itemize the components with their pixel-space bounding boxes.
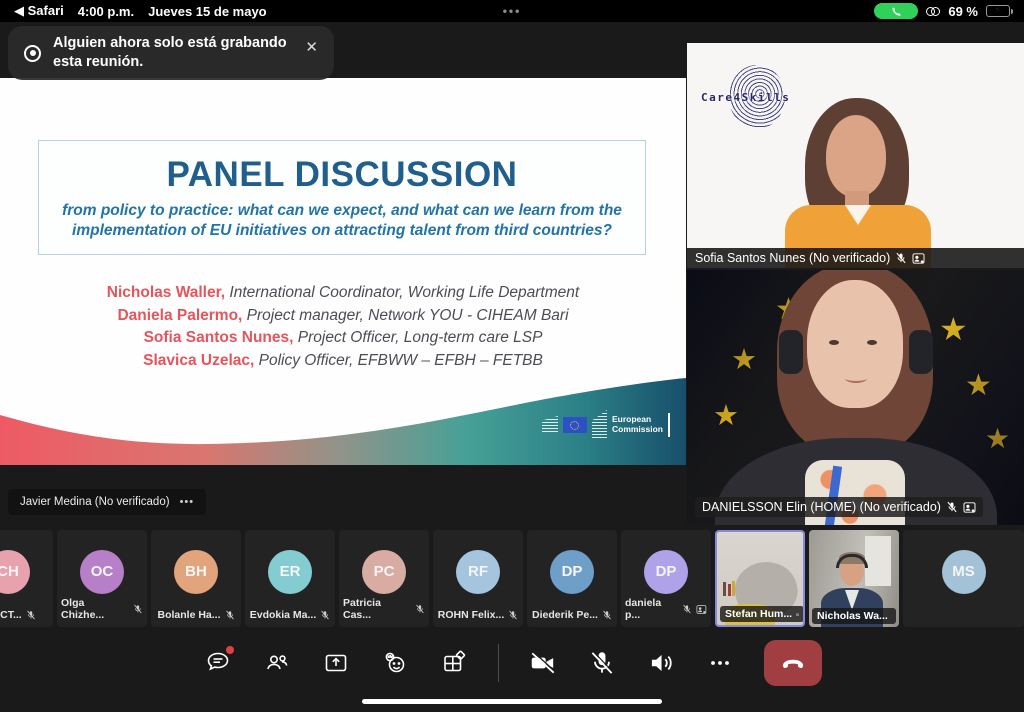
- participant-tile[interactable]: RF ROHN Felix...: [433, 530, 523, 627]
- avatar: BH: [174, 550, 218, 594]
- speaker-line: Slavica Uzelac, Policy Officer, EFBWW – …: [0, 350, 686, 373]
- participant-tile[interactable]: BH Bolanle Ha...: [151, 530, 241, 627]
- multitask-dots[interactable]: •••: [503, 4, 522, 18]
- apps-icon: [440, 649, 468, 677]
- mic-off-icon: [225, 610, 235, 620]
- speaker-line: Daniela Palermo, Project manager, Networ…: [0, 305, 686, 328]
- participant-tile[interactable]: ER Evdokia Ma...: [245, 530, 335, 627]
- mic-off-icon: [320, 610, 330, 620]
- video-tile-sofia[interactable]: Care4Skills Sofia Santos Nunes (No verif…: [687, 43, 1024, 268]
- participant-tile[interactable]: DP daniela p...: [621, 530, 711, 627]
- avatar: CH: [0, 550, 30, 594]
- mic-off-icon: [26, 610, 36, 620]
- charging-bolt-icon: ⚡: [994, 5, 1001, 16]
- mic-off-icon: [602, 610, 612, 620]
- hang-up-button[interactable]: [764, 640, 822, 686]
- speaker-list: Nicholas Waller, International Coordinat…: [0, 282, 686, 372]
- participant-tile[interactable]: CH nsACT...: [0, 530, 53, 627]
- video-name-label: Sofia Santos Nunes (No verificado): [687, 248, 1024, 268]
- speaker-button[interactable]: [646, 648, 676, 678]
- reactions-button[interactable]: [380, 648, 410, 678]
- close-icon[interactable]: ✕: [301, 38, 322, 56]
- back-to-safari-button[interactable]: ◀ Safari: [14, 3, 64, 19]
- video-name-label: DANIELSSON Elin (HOME) (No verificado): [695, 497, 983, 517]
- pip-badge-icon: [912, 253, 925, 264]
- participant-tile[interactable]: PC Patricia Cas...: [339, 530, 429, 627]
- participant-tile[interactable]: MS: [903, 530, 1024, 627]
- meeting-toolbar: [0, 634, 1024, 692]
- slide-subtitle: from policy to practice: what can we exp…: [62, 201, 622, 240]
- toolbar-divider: [498, 644, 499, 682]
- slide-title-box: PANEL DISCUSSION from policy to practice…: [38, 140, 646, 255]
- share-screen-button[interactable]: [321, 648, 351, 678]
- pip-badge-icon: [796, 610, 799, 619]
- people-button[interactable]: [262, 648, 292, 678]
- record-icon: [24, 45, 41, 62]
- participant-tile[interactable]: DP Diederik Pe...: [527, 530, 617, 627]
- slide-title: PANEL DISCUSSION: [167, 155, 518, 195]
- mic-off-icon: [946, 501, 958, 513]
- mic-off-icon: [895, 252, 907, 264]
- recording-notification: Alguien ahora solo está grabando esta re…: [8, 26, 334, 80]
- phone-icon: [891, 6, 902, 17]
- participant-strip: CH nsACT... OC Olga Chizhe... BH Bolanle…: [0, 530, 1024, 627]
- avatar: OC: [80, 550, 124, 594]
- presenter-name: Javier Medina (No verificado): [20, 496, 170, 508]
- video-name-label: Stefan Hum...: [720, 606, 804, 622]
- home-indicator[interactable]: [362, 699, 662, 704]
- participant-tile-video-nicholas[interactable]: Nicholas Wa...: [809, 530, 899, 627]
- shared-presentation-slide: PANEL DISCUSSION from policy to practice…: [0, 78, 686, 465]
- speaker-icon: [646, 648, 676, 678]
- european-commission-logo: EuropeanCommission: [542, 410, 670, 440]
- clock: 4:00 p.m.: [78, 4, 134, 19]
- avatar: DP: [644, 550, 688, 594]
- reactions-icon: [381, 649, 409, 677]
- apps-button[interactable]: [439, 648, 469, 678]
- active-call-indicator[interactable]: [874, 3, 918, 19]
- camera-off-button[interactable]: [528, 648, 558, 678]
- care4skills-logo: Care4Skills: [701, 65, 821, 135]
- camera-off-icon: [528, 648, 558, 678]
- link-icon: [926, 7, 940, 16]
- video-name-label: Nicholas Wa...: [812, 608, 896, 624]
- hang-up-icon: [778, 648, 808, 678]
- battery-percent: 69 %: [948, 4, 978, 19]
- people-icon: [263, 649, 291, 677]
- pip-badge-icon: [696, 605, 707, 614]
- avatar: MS: [942, 550, 986, 594]
- avatar: ER: [268, 550, 312, 594]
- mic-off-icon: [587, 648, 617, 678]
- status-bar: ◀ Safari 4:00 p.m. Jueves 15 de mayo •••…: [0, 0, 1024, 22]
- mic-off-icon: [415, 604, 425, 614]
- more-button[interactable]: [705, 648, 735, 678]
- participant-tile[interactable]: OC Olga Chizhe...: [57, 530, 147, 627]
- pip-badge-icon: [963, 502, 976, 513]
- participant-tile-video-stefan[interactable]: Stefan Hum...: [715, 530, 805, 627]
- mic-off-icon: [682, 604, 692, 614]
- mic-off-icon: [133, 604, 143, 614]
- headphone-icon: [779, 330, 803, 374]
- mic-off-icon: [508, 610, 518, 620]
- more-icon: [706, 649, 734, 677]
- avatar: RF: [456, 550, 500, 594]
- date: Jueves 15 de mayo: [148, 4, 267, 19]
- chat-button[interactable]: [203, 648, 233, 678]
- video-tile-danielsson[interactable]: ★ ★ ★ ★ ★ ★ DANIELSSON Elin (HOME) (No v…: [687, 270, 1024, 525]
- share-screen-icon: [322, 649, 350, 677]
- speaker-line: Sofia Santos Nunes, Project Officer, Lon…: [0, 327, 686, 350]
- eu-flag-icon: [563, 417, 587, 433]
- battery-icon: ⚡: [986, 5, 1010, 17]
- recording-message: Alguien ahora solo está grabando esta re…: [53, 34, 289, 72]
- meeting-stage: Alguien ahora solo está grabando esta re…: [0, 22, 1024, 712]
- more-options-icon[interactable]: •••: [180, 496, 195, 508]
- mic-off-button[interactable]: [587, 648, 617, 678]
- chat-notification-dot: [226, 646, 234, 654]
- headphone-icon: [909, 330, 933, 374]
- speaker-line: Nicholas Waller, International Coordinat…: [0, 282, 686, 305]
- presenter-name-label[interactable]: Javier Medina (No verificado) •••: [8, 489, 206, 515]
- avatar: PC: [362, 550, 406, 594]
- avatar: DP: [550, 550, 594, 594]
